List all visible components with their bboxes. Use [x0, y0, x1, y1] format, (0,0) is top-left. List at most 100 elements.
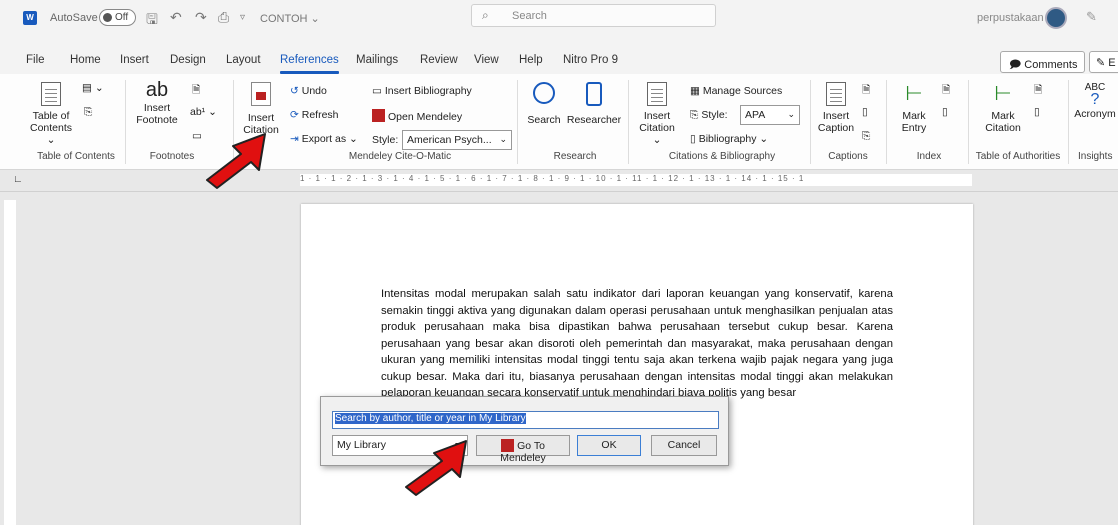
separator: [517, 80, 518, 164]
manage-sources-icon: ▦: [690, 85, 700, 97]
update-table-figures-icon[interactable]: ▯: [862, 106, 868, 118]
researcher-button[interactable]: Researcher: [564, 82, 624, 126]
tab-design[interactable]: Design: [170, 54, 206, 66]
ruler-scale: 1 · 1 · 1 · 2 · 1 · 3 · 1 · 4 · 1 · 5 · …: [300, 174, 972, 186]
tab-view[interactable]: View: [474, 54, 499, 66]
citation-style-label: ⎘ Style:: [690, 109, 728, 121]
next-footnote-icon[interactable]: ab¹ ⌄: [190, 106, 217, 118]
group-label-research: Research: [553, 151, 597, 162]
undo-icon[interactable]: ↶: [170, 9, 182, 26]
separator: [968, 80, 969, 164]
mendeley-citation-dialog: Search by author, title or year in My Li…: [320, 396, 729, 466]
avatar[interactable]: [1045, 7, 1067, 29]
bibliography-icon: ▭: [372, 85, 382, 97]
question-icon: ?: [1090, 91, 1100, 108]
mark-citation-button[interactable]: ⊢ Mark Citation: [976, 82, 1030, 134]
quick-print-icon[interactable]: ⎙: [218, 9, 229, 26]
vertical-ruler[interactable]: [4, 200, 16, 525]
footnote-ab-icon: ab: [145, 79, 169, 101]
group-label-toc: Table of Contents: [37, 151, 115, 162]
tab-review[interactable]: Review: [420, 54, 458, 66]
redo-icon[interactable]: ↷: [195, 9, 207, 26]
search-circle-icon: [533, 82, 555, 104]
insert-citation-button[interactable]: Insert Citation ⌄: [634, 82, 680, 146]
group-label-insights: Insights: [1078, 151, 1113, 162]
search-research-button[interactable]: Search: [524, 82, 564, 126]
update-authorities-icon[interactable]: ▯: [1034, 106, 1040, 118]
tab-home[interactable]: Home: [70, 54, 101, 66]
chevron-down-icon: ⌄: [499, 134, 507, 144]
go-to-mendeley-button[interactable]: Go To Mendeley: [476, 435, 570, 464]
tab-layout[interactable]: Layout: [226, 54, 261, 66]
document-paragraph[interactable]: Intensitas modal merupakan salah satu in…: [381, 286, 893, 402]
autosave-state: Off: [115, 12, 129, 23]
insert-endnote-icon[interactable]: 🗎: [192, 82, 200, 100]
table-of-contents-button[interactable]: Table of Contents ⌄: [26, 82, 76, 146]
tab-file[interactable]: File: [26, 54, 45, 66]
update-table-icon[interactable]: ⎘: [84, 106, 92, 119]
ribbon: Table of Contents ⌄ ▤ ⌄ ⎘ Table of Conten…: [0, 74, 1118, 170]
mendeley-insert-citation-button[interactable]: Insert Citation: [238, 82, 284, 136]
update-index-icon[interactable]: ▯: [942, 106, 948, 118]
toggle-knob: [103, 13, 112, 22]
chevron-down-icon: ⌄: [787, 109, 795, 119]
export-icon: ⇥: [290, 133, 299, 145]
insert-table-figures-icon[interactable]: 🗎: [862, 82, 870, 100]
title-bar: W AutoSave Off 🖫 ↶ ↷ ⎙ ▿ CONTOH ⌄ ⌕ Sear…: [0, 0, 1118, 44]
manage-sources-button[interactable]: ▦ Manage Sources: [690, 85, 782, 97]
mendeley-style-select[interactable]: American Psych... ⌄: [402, 130, 512, 150]
save-icon[interactable]: 🖫: [146, 9, 158, 33]
cancel-button[interactable]: Cancel: [651, 435, 717, 456]
citation-style-select[interactable]: APA ⌄: [740, 105, 800, 125]
insert-bibliography-button[interactable]: ▭ Insert Bibliography: [372, 85, 472, 97]
insert-caption-button[interactable]: Insert Caption: [816, 82, 856, 134]
tab-stop-icon[interactable]: ∟: [13, 174, 23, 185]
add-text-icon[interactable]: ▤ ⌄: [82, 82, 104, 94]
mendeley-export-button[interactable]: ⇥ Export as ⌄: [290, 133, 358, 145]
caption-icon: [826, 82, 846, 106]
mendeley-refresh-button[interactable]: ⟳ Refresh: [290, 109, 339, 121]
tab-insert[interactable]: Insert: [120, 54, 149, 66]
editing-button[interactable]: ✎ E: [1089, 51, 1118, 73]
comments-button[interactable]: 🗩 Comments: [1000, 51, 1085, 73]
autosave-toggle[interactable]: Off: [99, 9, 136, 26]
tab-mailings[interactable]: Mailings: [356, 54, 398, 66]
group-label-citations: Citations & Bibliography: [668, 151, 776, 162]
insert-footnote-button[interactable]: ab Insert Footnote: [132, 79, 182, 126]
mark-entry-icon: ⊢: [905, 83, 923, 105]
insert-citation-icon: [647, 82, 667, 106]
group-label-authorities: Table of Authorities: [975, 151, 1061, 162]
open-mendeley-button[interactable]: Open Mendeley: [372, 109, 462, 123]
search-box[interactable]: ⌕ Search: [471, 4, 716, 27]
document-name[interactable]: CONTOH ⌄: [260, 12, 320, 25]
mendeley-undo-button[interactable]: ↺ Undo: [290, 85, 327, 97]
bibliography-book-icon: ▯: [690, 133, 696, 145]
tab-nitro[interactable]: Nitro Pro 9: [563, 54, 618, 66]
insert-authorities-icon[interactable]: 🗎: [1034, 82, 1042, 100]
pen-icon[interactable]: ✎: [1086, 9, 1097, 25]
separator: [886, 80, 887, 164]
user-name[interactable]: perpustakaan: [977, 12, 1044, 24]
search-icon: ⌕: [482, 8, 489, 22]
search-placeholder: Search: [512, 10, 547, 22]
show-notes-icon[interactable]: ▭: [192, 130, 202, 142]
insert-index-icon[interactable]: 🗎: [942, 82, 950, 100]
autosave-label: AutoSave: [50, 12, 98, 24]
separator: [125, 80, 126, 164]
mark-entry-button[interactable]: ⊢ Mark Entry: [894, 82, 934, 134]
tab-help[interactable]: Help: [519, 54, 543, 66]
horizontal-ruler[interactable]: ∟ 1 · 1 · 1 · 2 · 1 · 3 · 1 · 4 · 1 · 5 …: [0, 170, 1118, 192]
citation-search-input[interactable]: Search by author, title or year in My Li…: [332, 411, 719, 429]
group-label-index: Index: [916, 151, 942, 162]
customize-qat-icon[interactable]: ▿: [240, 12, 245, 23]
tab-references[interactable]: References: [280, 54, 339, 74]
menu-tabs: File Home Insert Design Layout Reference…: [0, 44, 1118, 74]
word-logo-icon: W: [23, 11, 37, 25]
acronyms-button[interactable]: ABC ? Acronym: [1072, 82, 1118, 120]
red-arrow-icon: [206, 133, 266, 189]
ok-button[interactable]: OK: [577, 435, 641, 456]
group-label-mendeley: Mendeley Cite-O-Matic: [348, 151, 452, 162]
group-label-captions: Captions: [828, 151, 868, 162]
bibliography-button[interactable]: ▯ Bibliography ⌄: [690, 133, 768, 145]
cross-reference-icon[interactable]: ⎘: [862, 130, 870, 143]
